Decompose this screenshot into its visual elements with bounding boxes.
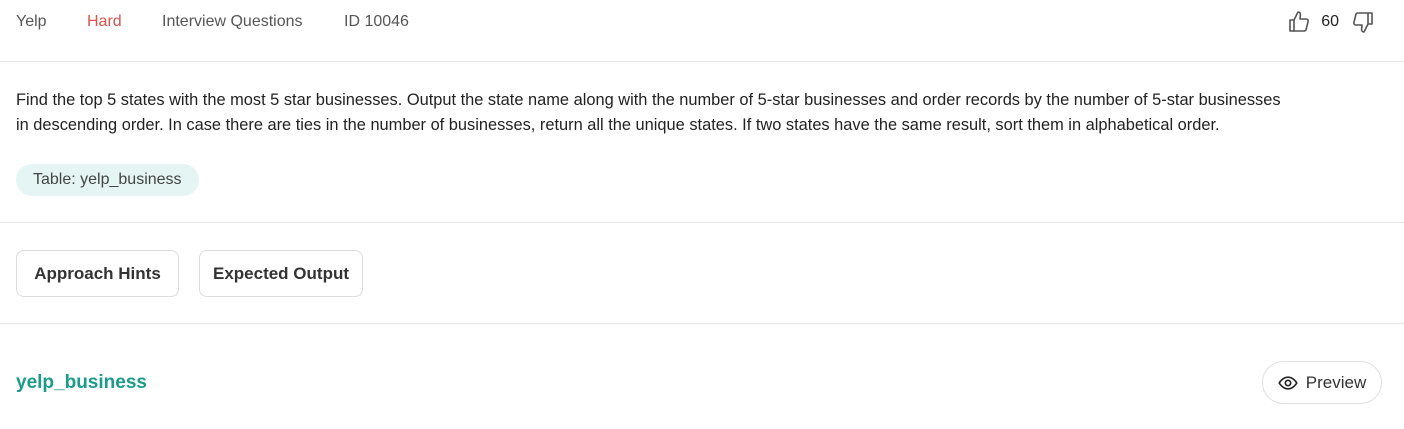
question-page: Yelp Hard Interview Questions ID 10046 6… <box>0 0 1404 429</box>
company-label[interactable]: Yelp <box>16 13 47 31</box>
expected-output-button[interactable]: Expected Output <box>199 250 363 297</box>
category-label[interactable]: Interview Questions <box>162 13 303 31</box>
vote-count: 60 <box>1321 13 1339 30</box>
approach-hints-button[interactable]: Approach Hints <box>16 250 179 297</box>
preview-label: Preview <box>1305 372 1367 392</box>
question-text-line-2: in descending order. In case there are t… <box>16 116 1220 134</box>
vote-controls: 60 <box>1286 8 1376 36</box>
thumbs-up-icon[interactable] <box>1286 9 1312 35</box>
difficulty-label: Hard <box>87 13 122 30</box>
question-id: ID 10046 <box>344 13 409 30</box>
thumbs-down-icon[interactable] <box>1350 9 1376 35</box>
divider <box>0 323 1404 324</box>
preview-button[interactable]: Preview <box>1262 361 1382 404</box>
question-text-line-1: Find the top 5 states with the most 5 st… <box>16 91 1281 109</box>
question-description: Find the top 5 states with the most 5 st… <box>16 88 1386 138</box>
divider <box>0 222 1404 223</box>
eye-icon <box>1278 373 1298 393</box>
table-chip[interactable]: Table: yelp_business <box>16 164 199 196</box>
question-meta-bar: Yelp Hard Interview Questions ID 10046 6… <box>0 0 1404 62</box>
table-name-heading: yelp_business <box>16 372 147 393</box>
